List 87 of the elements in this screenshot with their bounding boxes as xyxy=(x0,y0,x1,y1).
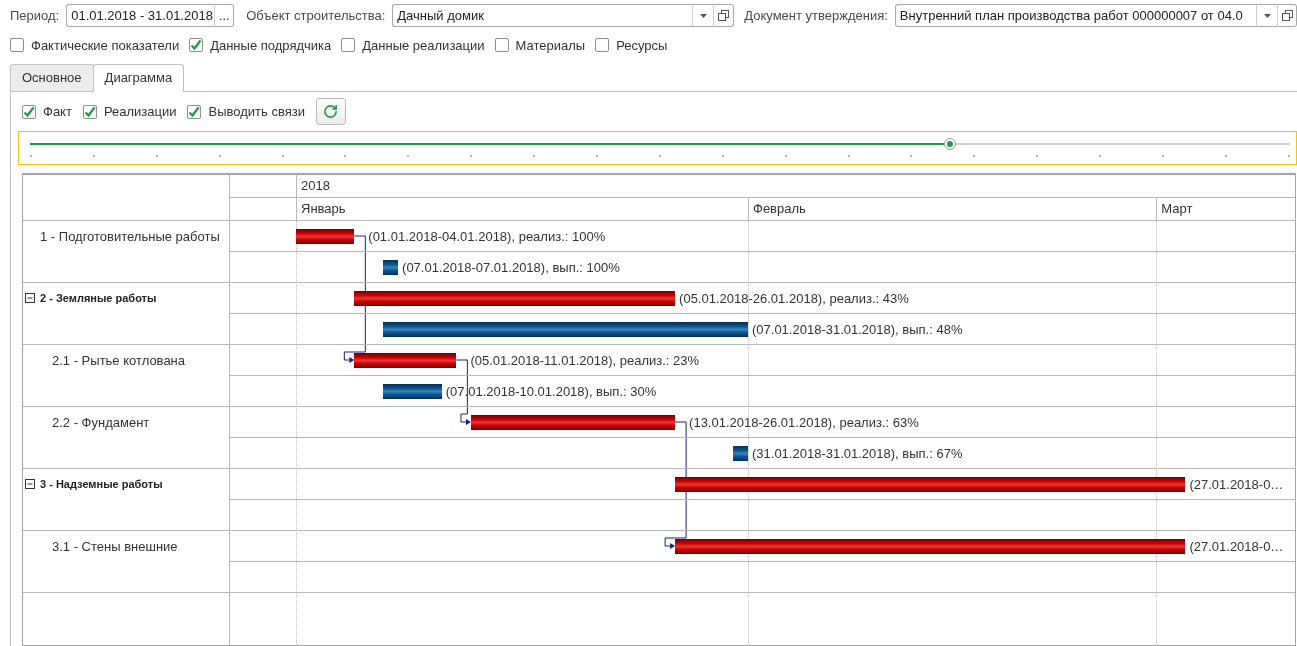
dropdown-button[interactable] xyxy=(1256,4,1277,27)
tick-mark xyxy=(721,155,724,157)
year-label: 2018 xyxy=(296,175,1295,197)
month-label: Январь xyxy=(296,198,748,220)
task-name: 1 - Подготовительные работы xyxy=(40,228,220,244)
tick-mark xyxy=(218,155,221,157)
tick-mark xyxy=(281,155,284,157)
checkbox-label: Ресурсы xyxy=(616,37,668,53)
checkbox[interactable] xyxy=(595,38,610,52)
overlapping-squares-icon xyxy=(718,10,730,21)
tick-mark xyxy=(1099,155,1102,157)
bar-label: (01.01.2018-04.01.2018), реализ.: 100% xyxy=(368,228,606,244)
checkbox-label: Данные реализации xyxy=(362,37,485,53)
overlapping-squares-icon xyxy=(1281,10,1293,21)
bar-label: (27.01.2018-0… xyxy=(1189,476,1284,492)
open-button[interactable] xyxy=(1277,4,1297,27)
checkbox[interactable] xyxy=(187,104,202,119)
checkmark-icon xyxy=(83,105,96,118)
caret-down-icon xyxy=(1263,13,1271,18)
refresh-icon xyxy=(323,104,339,119)
task-name: 3.1 - Стены внешние xyxy=(52,538,178,554)
checkbox[interactable] xyxy=(494,38,509,52)
checkbox[interactable] xyxy=(82,104,97,119)
refresh-button[interactable] xyxy=(315,98,346,125)
checkbox-label: Данные подрядчика xyxy=(210,37,332,53)
gantt-bar xyxy=(383,259,399,275)
caret-down-icon xyxy=(699,13,707,18)
open-button[interactable] xyxy=(713,4,735,27)
checkbox[interactable] xyxy=(189,38,204,52)
tick-mark xyxy=(470,155,473,157)
object-field[interactable]: Дачный домик xyxy=(392,4,693,27)
tick-mark xyxy=(407,155,410,157)
task-name: 2.1 - Рытье котлована xyxy=(52,352,185,368)
checkbox[interactable] xyxy=(341,38,356,52)
bar-label: (27.01.2018-0… xyxy=(1189,538,1284,554)
checkbox-label: Выводить связи xyxy=(208,104,305,119)
tick-mark xyxy=(658,155,661,157)
collapse-icon[interactable] xyxy=(25,479,35,489)
task-name: 2.2 - Фундамент xyxy=(52,414,150,430)
tick-mark xyxy=(784,155,787,157)
gantt-bar xyxy=(383,383,442,399)
bar-label: (31.01.2018-31.01.2018), вып.: 67% xyxy=(752,445,963,461)
checkbox-label: Материалы xyxy=(515,37,586,53)
checkbox-label: Факт xyxy=(43,104,72,119)
document-field[interactable]: Внутренний план производства работ 000000007 от 04.0 xyxy=(894,4,1256,27)
choose-button[interactable]: ... xyxy=(214,4,235,27)
gantt-bar xyxy=(733,445,748,461)
checkbox[interactable] xyxy=(22,104,36,119)
tick-mark xyxy=(973,155,976,157)
checkbox-label: Реализации xyxy=(103,104,177,119)
dropdown-button[interactable] xyxy=(692,4,714,27)
slider-track[interactable] xyxy=(30,138,1290,150)
tick-mark xyxy=(847,155,850,157)
bar-label: (07.01.2018-07.01.2018), вып.: 100% xyxy=(402,259,620,275)
tick-mark xyxy=(533,155,536,157)
tick-mark xyxy=(596,155,598,157)
checkmark-icon xyxy=(23,105,35,118)
tick-mark xyxy=(1224,155,1227,157)
checkmark-icon xyxy=(190,39,203,51)
tick-mark xyxy=(1287,155,1290,157)
month-label: Февраль xyxy=(748,198,1157,220)
field-label: Объект строительства: xyxy=(246,8,386,23)
tick-mark xyxy=(910,155,913,157)
task-name: 3 - Надземные работы xyxy=(40,478,163,490)
bar-label: (05.01.2018-11.01.2018), реализ.: 23% xyxy=(470,352,700,368)
task-name: 2 - Земляные работы xyxy=(40,292,157,304)
gantt-bar xyxy=(296,228,355,244)
tick-mark xyxy=(1036,155,1039,157)
bar-label: (07.01.2018-31.01.2018), вып.: 48% xyxy=(752,321,963,337)
date-range-field[interactable]: 01.01.2018 - 31.01.2018 xyxy=(66,4,215,27)
bar-label: (05.01.2018-26.01.2018), реализ.: 43% xyxy=(679,290,909,306)
month-label: Март xyxy=(1156,198,1295,220)
tick-mark xyxy=(1162,155,1165,157)
collapse-icon[interactable] xyxy=(25,293,35,303)
field-label: Период: xyxy=(10,8,60,23)
tab[interactable]: Основное xyxy=(10,64,94,91)
tick-mark xyxy=(344,155,347,157)
tab[interactable]: Диаграмма xyxy=(92,64,185,92)
checkmark-icon xyxy=(188,105,201,118)
bar-label: (13.01.2018-26.01.2018), реализ.: 63% xyxy=(689,414,919,430)
checkbox-label: Фактические показатели xyxy=(31,37,180,53)
tick-mark xyxy=(92,155,95,157)
field-label: Документ утверждения: xyxy=(744,8,888,23)
tick-mark xyxy=(30,155,32,157)
slider-thumb[interactable] xyxy=(943,138,956,150)
tick-mark xyxy=(155,155,158,157)
checkbox[interactable] xyxy=(10,38,24,52)
